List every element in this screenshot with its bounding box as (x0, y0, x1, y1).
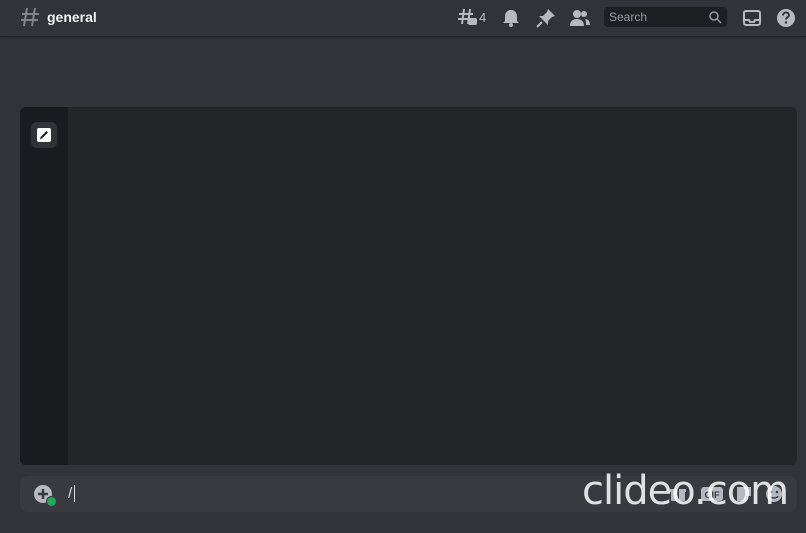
watermark: clideo.com (582, 468, 789, 514)
channel-header: general 4 Search (0, 0, 806, 37)
threads-icon[interactable] (457, 7, 479, 29)
search-icon (709, 11, 722, 24)
pencil-icon (40, 131, 48, 139)
members-icon[interactable] (569, 7, 591, 29)
hash-icon (21, 7, 39, 27)
bell-icon[interactable] (500, 7, 522, 29)
activity-panel (20, 107, 797, 465)
status-dot (46, 496, 57, 507)
help-icon[interactable] (775, 7, 797, 29)
search-placeholder: Search (609, 10, 648, 24)
search-box[interactable]: Search (604, 7, 727, 27)
text-caret (74, 485, 75, 502)
channel-name: general (47, 9, 97, 25)
thread-count[interactable]: 4 (479, 10, 486, 25)
inbox-icon[interactable] (741, 7, 763, 29)
pencil-icon-bg (37, 128, 51, 142)
pin-icon[interactable] (535, 7, 557, 29)
edit-button[interactable] (31, 122, 57, 148)
panel-sidebar (20, 107, 68, 465)
composer-input-text[interactable]: / (68, 485, 72, 502)
